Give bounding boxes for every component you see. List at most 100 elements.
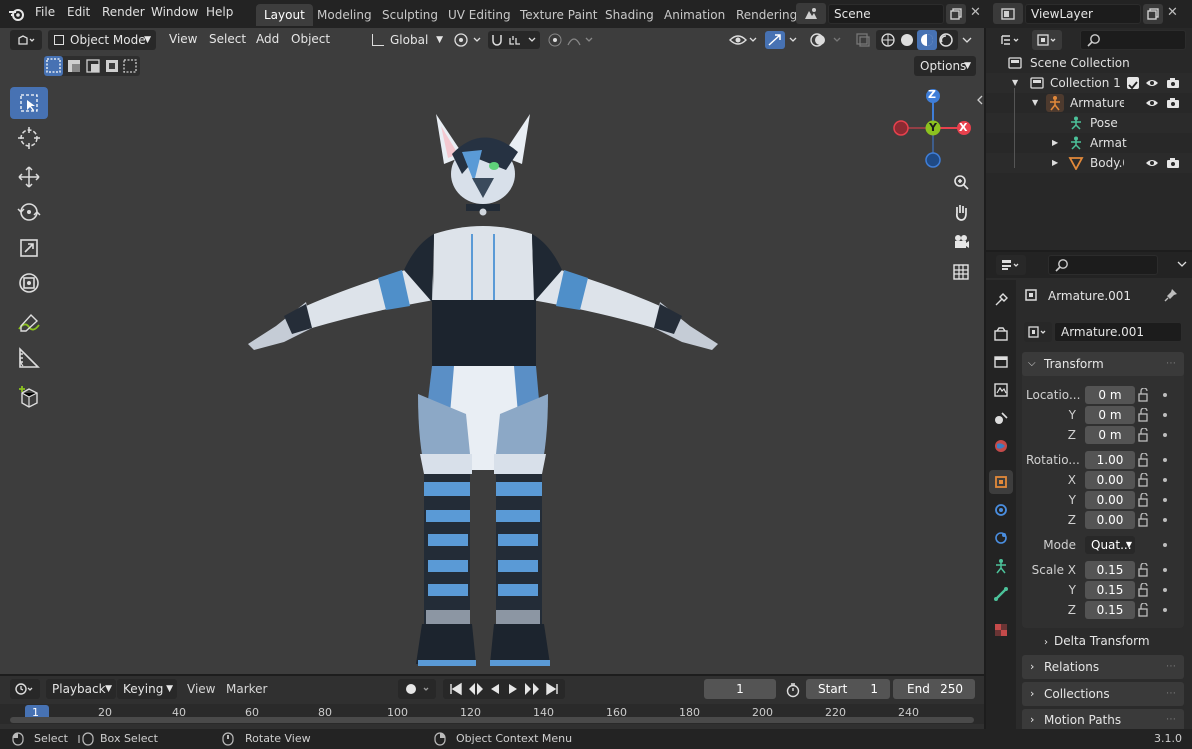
motion-paths-panel-header[interactable]: › Motion Paths ⋯ <box>1022 709 1184 729</box>
scene-tab-icon[interactable] <box>989 406 1013 430</box>
outliner-editor-type-icon[interactable] <box>996 30 1026 50</box>
collection-checkbox[interactable] <box>1127 77 1139 90</box>
keyframe-dot-icon[interactable] <box>1163 588 1167 592</box>
lock-icon[interactable] <box>1137 492 1151 510</box>
tab-sculpting[interactable]: Sculpting <box>374 4 446 26</box>
world-tab-icon[interactable] <box>989 434 1013 458</box>
viewport-menu-add[interactable]: Add <box>256 32 279 46</box>
mode-dropdown[interactable]: Object Mode ▼ <box>48 30 156 50</box>
scale-tool-icon[interactable] <box>10 232 48 264</box>
jump-to-keyframe-icon[interactable] <box>467 681 485 697</box>
location-y-field[interactable]: 0 m <box>1085 406 1135 424</box>
timeline-menu-marker[interactable]: Marker <box>226 682 267 696</box>
jump-to-start-icon[interactable] <box>451 681 467 697</box>
tab-shading[interactable]: Shading <box>597 4 662 26</box>
viewport-menu-object[interactable]: Object <box>291 32 330 46</box>
timeline-scrollbar[interactable] <box>10 717 974 723</box>
visibility-eye-icon[interactable] <box>728 31 760 49</box>
scale-x-field[interactable]: 0.15 <box>1085 561 1135 579</box>
rotation-x-field[interactable]: 0.00 <box>1085 471 1135 489</box>
keyframe-dot-icon[interactable] <box>1163 518 1167 522</box>
3d-viewport[interactable]: Object Mode ▼ View Select Add Object Glob… <box>0 28 984 674</box>
outliner-row-scene-collection[interactable]: Scene Collection <box>986 53 1192 73</box>
view-layer-tab-icon[interactable] <box>989 378 1013 402</box>
perspective-grid-icon[interactable] <box>948 259 974 285</box>
outliner-row-armature-data[interactable]: ▶ Armat <box>986 133 1192 153</box>
overlays-icon[interactable] <box>808 31 848 49</box>
lock-icon[interactable] <box>1137 472 1151 490</box>
disclosure-triangle-icon[interactable]: ▼ <box>1012 73 1018 93</box>
auto-keying-icon[interactable] <box>398 679 436 699</box>
keyframe-dot-icon[interactable] <box>1163 608 1167 612</box>
render-tab-icon[interactable] <box>989 322 1013 346</box>
keyframe-dot-icon[interactable] <box>1163 413 1167 417</box>
move-tool-icon[interactable] <box>10 161 48 193</box>
measure-tool-icon[interactable] <box>10 342 48 374</box>
cursor-tool-icon[interactable] <box>10 122 48 154</box>
editor-type-icon[interactable] <box>10 30 42 50</box>
disclosure-triangle-icon[interactable]: ▼ <box>1032 93 1038 113</box>
scale-y-field[interactable]: 0.15 <box>1085 581 1135 599</box>
menu-window[interactable]: Window <box>151 5 198 19</box>
properties-options-chevron-icon[interactable] <box>1176 258 1188 273</box>
sidebar-toggle-chevron-icon[interactable] <box>977 94 983 105</box>
rotation-z-field[interactable]: 0.00 <box>1085 511 1135 529</box>
tab-layout[interactable]: Layout <box>256 4 313 26</box>
outliner-row-body[interactable]: ▶ Body.0 <box>986 153 1192 173</box>
gizmo-toggle-icon[interactable] <box>764 31 802 49</box>
tab-modeling[interactable]: Modeling <box>309 4 380 26</box>
end-frame-field[interactable]: End 250 <box>893 679 975 699</box>
object-browse-icon[interactable] <box>1024 322 1052 342</box>
disclosure-triangle-icon[interactable]: ▶ <box>1052 133 1058 153</box>
texture-tab-icon[interactable] <box>989 618 1013 642</box>
lock-icon[interactable] <box>1137 387 1151 405</box>
add-cube-tool-icon[interactable] <box>10 381 48 413</box>
pin-icon[interactable] <box>1164 288 1178 305</box>
transform-tool-icon[interactable] <box>10 267 48 299</box>
relations-panel-header[interactable]: › Relations ⋯ <box>1022 655 1184 679</box>
new-view-layer-icon[interactable] <box>1143 4 1163 24</box>
drag-handle-icon[interactable]: ⋯ <box>1166 352 1176 376</box>
close-scene-icon[interactable]: ✕ <box>970 5 981 20</box>
lock-icon[interactable] <box>1137 562 1151 580</box>
tab-rendering[interactable]: Rendering <box>728 4 805 26</box>
drag-handle-icon[interactable]: ⋯ <box>1166 682 1176 706</box>
bone-tab-icon[interactable] <box>989 582 1013 606</box>
navigation-gizmo[interactable]: Z X Y <box>890 86 980 168</box>
tab-uv-editing[interactable]: UV Editing <box>440 4 519 26</box>
keyframe-dot-icon[interactable] <box>1163 458 1167 462</box>
new-scene-icon[interactable] <box>946 4 966 24</box>
object-tab-icon[interactable] <box>989 470 1013 494</box>
blender-logo-icon[interactable] <box>8 6 26 22</box>
delta-transform-subpanel[interactable]: › Delta Transform <box>1044 632 1150 650</box>
transform-panel-header[interactable]: ⌵ Transform ⋯ <box>1022 352 1184 376</box>
current-frame-field[interactable]: 1 <box>704 679 776 699</box>
keyframe-dot-icon[interactable] <box>1163 498 1167 502</box>
keyframe-dot-icon[interactable] <box>1163 568 1167 572</box>
drag-handle-icon[interactable]: ⋯ <box>1166 709 1176 731</box>
camera-icon[interactable] <box>1166 156 1180 176</box>
play-icon[interactable] <box>505 681 521 697</box>
scene-name-field[interactable]: Scene <box>828 4 944 24</box>
physics-tab-icon[interactable] <box>989 526 1013 550</box>
keyframe-dot-icon[interactable] <box>1163 433 1167 437</box>
jump-next-keyframe-icon[interactable] <box>523 681 541 697</box>
outliner-row-pose[interactable]: Pose <box>986 113 1192 133</box>
scale-z-field[interactable]: 0.15 <box>1085 601 1135 619</box>
playback-dropdown[interactable]: Playback ▼ <box>46 679 116 699</box>
modifiers-tab-icon[interactable] <box>989 498 1013 522</box>
view-layer-field[interactable]: ViewLayer <box>1025 4 1141 24</box>
menu-help[interactable]: Help <box>206 5 233 19</box>
xray-toggle-icon[interactable] <box>854 31 872 49</box>
lock-icon[interactable] <box>1137 512 1151 530</box>
camera-view-icon[interactable] <box>948 229 974 255</box>
tab-texture-paint[interactable]: Texture Paint <box>512 4 605 26</box>
menu-edit[interactable]: Edit <box>67 5 90 19</box>
properties-search-input[interactable] <box>1048 255 1158 275</box>
annotate-tool-icon[interactable] <box>10 307 48 339</box>
menu-file[interactable]: File <box>35 5 55 19</box>
output-tab-icon[interactable] <box>989 350 1013 374</box>
lock-icon[interactable] <box>1137 602 1151 620</box>
pan-hand-icon[interactable] <box>948 199 974 225</box>
keyframe-dot-icon[interactable] <box>1163 543 1167 547</box>
